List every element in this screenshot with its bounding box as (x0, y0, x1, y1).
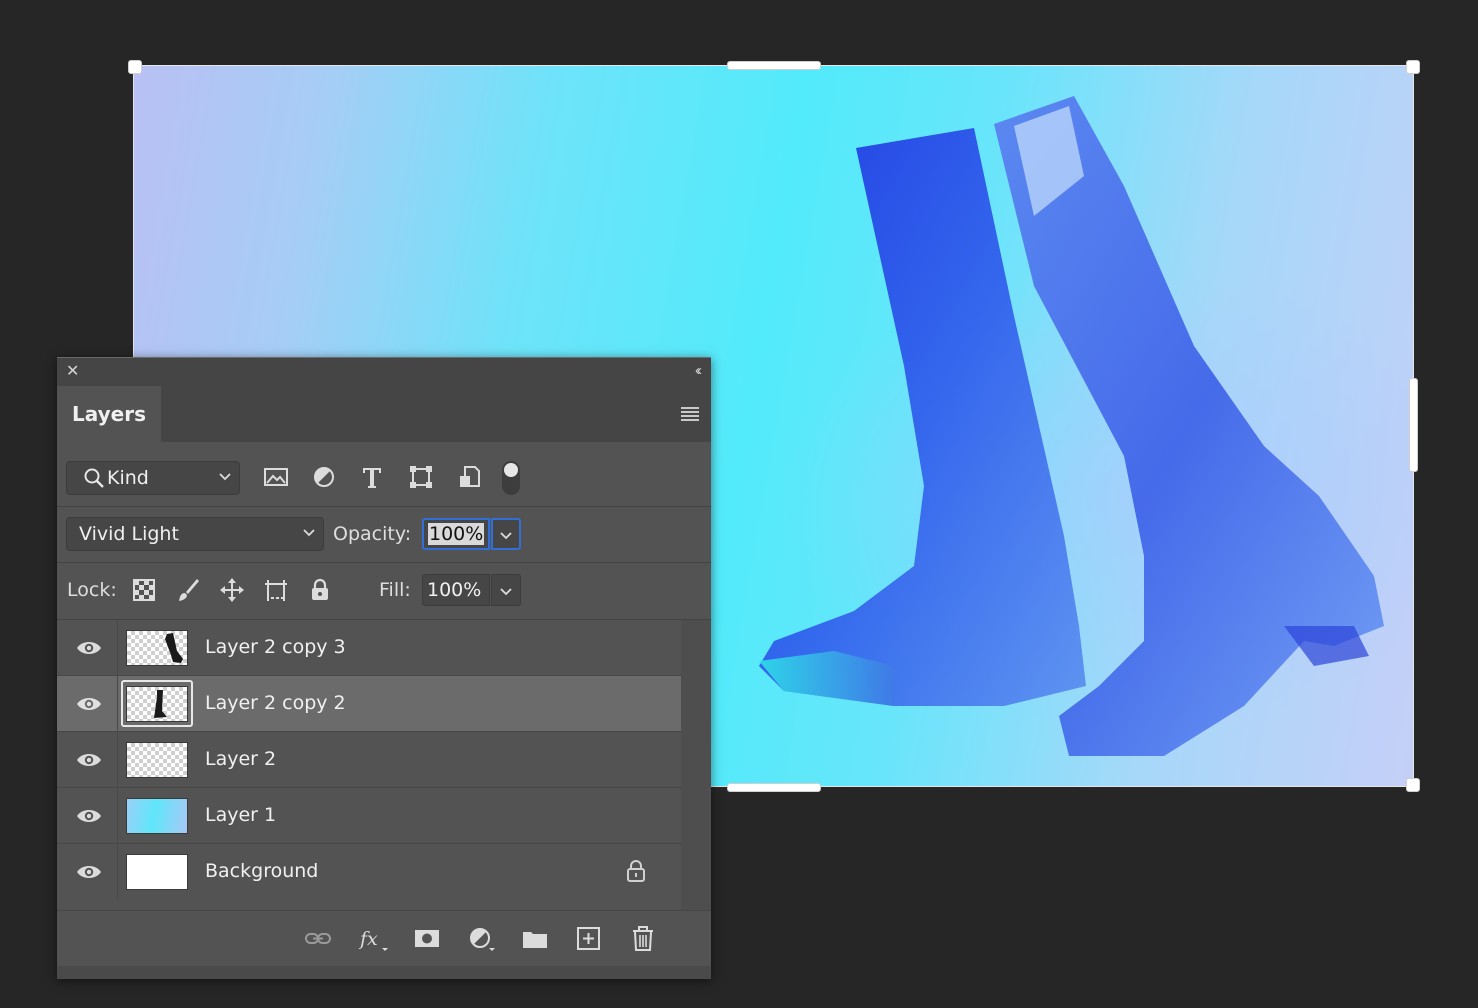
divider (57, 506, 711, 507)
panel-tab-row: Layers (57, 386, 711, 442)
smart-object-filter-icon[interactable] (457, 464, 483, 490)
boot-thumbnail-icon (165, 633, 183, 663)
image-filter-icon[interactable] (263, 464, 289, 490)
fill-dropdown-button[interactable] (491, 574, 521, 606)
chevron-down-icon (303, 529, 315, 537)
filter-kind-label: Kind (107, 467, 149, 489)
tab-layers[interactable]: Layers (57, 386, 161, 442)
filter-kind-dropdown[interactable]: Kind (66, 461, 240, 495)
layer-row-selected[interactable]: Layer 2 copy 2 (57, 676, 681, 732)
blend-mode-dropdown[interactable]: Vivid Light (66, 517, 324, 551)
layer-lock-icon[interactable] (625, 859, 647, 883)
lock-transparent-pixels-icon[interactable] (131, 577, 157, 603)
transform-handle-right[interactable] (1409, 378, 1418, 472)
layers-footer-toolbar: fx (57, 910, 711, 967)
transform-handle-top-right[interactable] (1406, 60, 1420, 74)
layer-thumbnail[interactable] (126, 798, 188, 834)
row-divider (117, 732, 118, 788)
layer-row[interactable]: Background (57, 844, 681, 900)
panel-title-bar: ✕ ‹‹ (57, 358, 711, 386)
layer-row[interactable]: Layer 2 copy 3 (57, 620, 681, 676)
panel-bottom-edge (57, 966, 711, 979)
layer-row[interactable]: Layer 1 (57, 788, 681, 844)
lock-all-icon[interactable] (307, 577, 333, 603)
layer-thumbnail[interactable] (126, 854, 188, 890)
visibility-eye-icon[interactable] (76, 863, 102, 881)
svg-text:fx: fx (358, 928, 378, 950)
opacity-dropdown-button[interactable] (491, 518, 521, 550)
layer-name: Layer 1 (205, 804, 277, 826)
transform-handle-bottom[interactable] (727, 783, 821, 792)
layer-thumbnail[interactable] (126, 742, 188, 778)
transform-handle-bottom-right[interactable] (1406, 778, 1420, 792)
filter-toggle-icon[interactable] (502, 461, 520, 495)
chevron-down-icon (500, 588, 512, 596)
row-divider (117, 844, 118, 900)
opacity-label: Opacity: (333, 523, 412, 545)
new-group-icon[interactable] (520, 924, 550, 954)
blend-mode-value: Vivid Light (79, 523, 179, 545)
layer-thumbnail[interactable] (126, 686, 188, 722)
chevron-down-icon (219, 473, 231, 481)
visibility-eye-icon[interactable] (76, 695, 102, 713)
opacity-input[interactable]: 100% (422, 518, 490, 550)
opacity-value: 100% (428, 523, 485, 545)
panel-menu-icon[interactable] (681, 407, 699, 423)
lock-artboard-icon[interactable] (263, 577, 289, 603)
collapse-double-chevron-icon[interactable]: ‹‹ (695, 363, 702, 379)
lock-position-icon[interactable] (219, 577, 245, 603)
new-layer-icon[interactable] (574, 924, 604, 954)
shape-filter-icon[interactable] (408, 464, 434, 490)
new-adjustment-layer-icon[interactable] (466, 924, 496, 954)
fill-value: 100% (427, 579, 482, 601)
layer-row[interactable]: Layer 2 (57, 732, 681, 788)
layer-name: Layer 2 copy 2 (205, 692, 346, 714)
row-divider (117, 788, 118, 844)
fx-icon[interactable]: fx (358, 924, 388, 954)
boot-thumbnail-icon (154, 690, 167, 718)
layer-list: Layer 2 copy 3 Layer 2 copy 2 Layer 2 La… (57, 620, 681, 910)
visibility-eye-icon[interactable] (76, 639, 102, 657)
visibility-eye-icon[interactable] (76, 751, 102, 769)
layer-name: Background (205, 860, 319, 882)
visibility-eye-icon[interactable] (76, 807, 102, 825)
layer-name: Layer 2 (205, 748, 277, 770)
divider (57, 562, 711, 563)
fill-input[interactable]: 100% (422, 574, 490, 606)
layer-name: Layer 2 copy 3 (205, 636, 346, 658)
delete-layer-icon[interactable] (628, 924, 658, 954)
lock-image-pixels-icon[interactable] (175, 577, 201, 603)
chevron-down-icon (500, 532, 512, 540)
row-divider (117, 676, 118, 732)
search-icon (84, 468, 104, 488)
layers-panel: ✕ ‹‹ Layers Kind Vivid Light Opacity: 10… (57, 357, 711, 979)
row-divider (117, 620, 118, 676)
fill-label: Fill: (379, 579, 411, 601)
transform-handle-top-left[interactable] (128, 60, 142, 74)
adjustment-filter-icon[interactable] (311, 464, 337, 490)
add-mask-icon[interactable] (412, 924, 442, 954)
lock-label: Lock: (67, 579, 117, 601)
transform-handle-top[interactable] (727, 61, 821, 70)
tab-layers-label: Layers (72, 402, 146, 426)
type-filter-icon[interactable] (359, 464, 385, 490)
link-layers-icon[interactable] (303, 924, 333, 954)
layer-list-scrollbar[interactable] (681, 620, 711, 910)
close-icon[interactable]: ✕ (66, 364, 79, 380)
layer-thumbnail[interactable] (126, 630, 188, 666)
